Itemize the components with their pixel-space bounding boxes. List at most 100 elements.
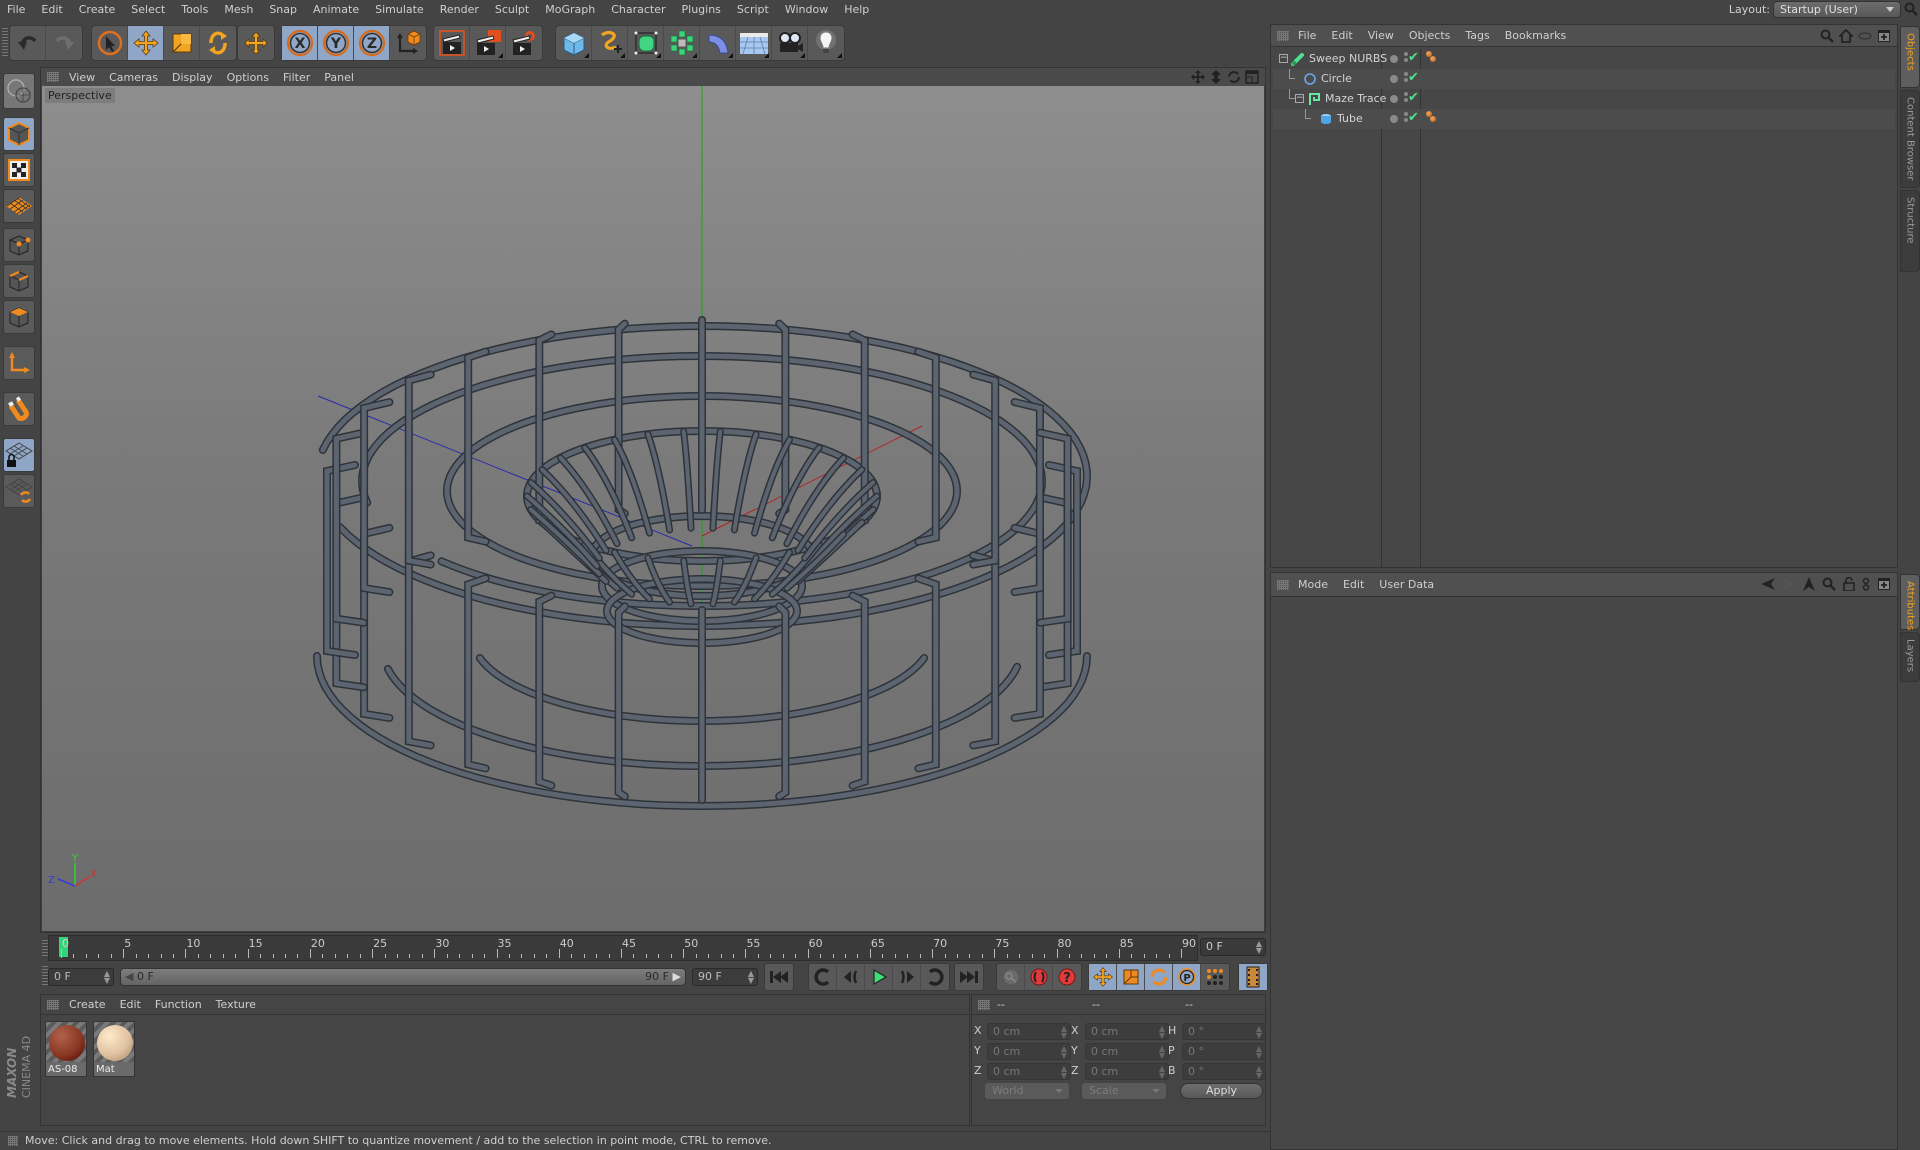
timeline-ruler[interactable]: 0 5 10 15 20 25 30 35 40 45 50 55 60 65 70 75 80 85 90	[48, 935, 1198, 961]
layer-dot-icon[interactable]	[1390, 75, 1398, 83]
object-name[interactable]: Sweep NURBS	[1309, 49, 1387, 69]
collapse-toggle-icon[interactable]: −	[1295, 94, 1304, 103]
spinner-icon[interactable]: ▲ ▼	[1256, 940, 1262, 955]
play-button[interactable]	[865, 964, 893, 990]
edges-mode-button[interactable]	[3, 264, 35, 298]
attribute-menu-edit[interactable]: Edit	[1336, 578, 1372, 591]
size-mode-dropdown[interactable]: Scale	[1082, 1083, 1166, 1099]
object-name[interactable]: Circle	[1321, 69, 1352, 89]
menu-tools[interactable]: Tools	[174, 0, 217, 20]
scale-button[interactable]	[164, 26, 200, 60]
rotation-track-button[interactable]	[1145, 964, 1173, 990]
layout-dropdown[interactable]: Startup (User)	[1773, 1, 1901, 18]
parameter-track-button[interactable]: P	[1173, 964, 1201, 990]
goto-end-button[interactable]	[955, 964, 983, 990]
frame-range-slider[interactable]: ◀ 0 F 90 F ▶	[120, 968, 686, 986]
attribute-menu-user-data[interactable]: User Data	[1372, 578, 1442, 591]
subdivision-surface-button[interactable]	[628, 26, 664, 60]
object-row[interactable]: − Maze Trace ✔	[1273, 89, 1895, 109]
side-tab-layers[interactable]: Layers	[1900, 632, 1920, 682]
spinner-icon[interactable]: ▲ ▼	[1159, 1065, 1165, 1080]
object-name[interactable]: Tube	[1337, 109, 1363, 129]
start-frame-field[interactable]: 0 F ▲ ▼	[48, 968, 114, 986]
layer-dot-icon[interactable]	[1390, 55, 1398, 63]
autokeying-button[interactable]	[1025, 964, 1053, 990]
layer-dot-icon[interactable]	[1390, 95, 1398, 103]
undo-button[interactable]	[10, 26, 46, 60]
coordinate-mode-dropdown[interactable]: World	[985, 1083, 1069, 1099]
polygons-mode-button[interactable]	[3, 300, 35, 334]
locked-workplane-button[interactable]	[3, 438, 35, 472]
spinner-icon[interactable]: ▲ ▼	[1061, 1065, 1067, 1080]
coord-value-field[interactable]: 0 cm ▲ ▼	[987, 1043, 1071, 1060]
points-mode-button[interactable]	[3, 228, 35, 262]
panel-grip-icon[interactable]	[47, 72, 59, 82]
spinner-icon[interactable]: ▲ ▼	[1256, 1065, 1262, 1080]
move-button[interactable]	[128, 26, 164, 60]
snapping-button[interactable]	[3, 392, 35, 426]
folding-icon[interactable]	[1858, 29, 1872, 43]
side-tab-content-browser[interactable]: Content Browser	[1900, 90, 1920, 188]
object-menu-edit[interactable]: Edit	[1324, 29, 1360, 42]
lock-icon[interactable]	[1843, 577, 1855, 591]
redo-button[interactable]	[46, 26, 82, 60]
coord-value-field[interactable]: 0 cm ▲ ▼	[1085, 1023, 1169, 1040]
side-tab-structure[interactable]: Structure	[1900, 190, 1920, 272]
z-axis-lock-button[interactable]: Z	[354, 26, 390, 60]
object-row[interactable]: Circle ✔	[1273, 69, 1895, 89]
apply-button[interactable]: Apply	[1180, 1083, 1263, 1099]
goto-start-button[interactable]	[765, 964, 793, 990]
recent-tool-button[interactable]	[238, 26, 274, 60]
range-right-arrow-icon[interactable]: ▶	[673, 969, 681, 985]
spline-pen-button[interactable]	[592, 26, 628, 60]
x-axis-lock-button[interactable]: X	[282, 26, 318, 60]
side-tab-attributes[interactable]: Attributes	[1900, 574, 1920, 630]
menu-help[interactable]: Help	[837, 0, 878, 20]
viewport-menu-filter[interactable]: Filter	[277, 71, 318, 84]
enabled-check-icon[interactable]: ✔	[1408, 50, 1419, 65]
range-left-arrow-icon[interactable]: ◀	[125, 969, 133, 985]
object-name[interactable]: Maze Trace	[1325, 89, 1386, 109]
search-icon[interactable]	[1904, 2, 1918, 16]
texture-mode-button[interactable]	[3, 153, 35, 187]
zoom-view-icon[interactable]	[1209, 70, 1223, 84]
goto-next-key-button[interactable]	[921, 964, 949, 990]
current-frame-field[interactable]: 0 F ▲ ▼	[1200, 938, 1266, 956]
menu-file[interactable]: File	[0, 0, 34, 20]
object-menu-file[interactable]: File	[1291, 29, 1324, 42]
material-menu-texture[interactable]: Texture	[210, 998, 264, 1011]
enabled-check-icon[interactable]: ✔	[1408, 110, 1419, 125]
live-selection-button[interactable]	[92, 26, 128, 60]
model-mode-button[interactable]	[3, 117, 35, 151]
coord-value-field[interactable]: 0 cm ▲ ▼	[987, 1063, 1071, 1080]
coord-value-field[interactable]: 0 cm ▲ ▼	[987, 1023, 1071, 1040]
spinner-icon[interactable]: ▲ ▼	[1256, 1045, 1262, 1060]
make-editable-button[interactable]	[3, 73, 35, 109]
rotate-view-icon[interactable]	[1227, 70, 1241, 84]
panel-grip-icon[interactable]	[47, 999, 59, 1010]
goto-previous-key-button[interactable]	[809, 964, 837, 990]
render-to-picture-viewer-button[interactable]	[470, 26, 506, 60]
rotate-button[interactable]	[200, 26, 236, 60]
light-button[interactable]	[808, 26, 844, 60]
object-menu-view[interactable]: View	[1361, 29, 1402, 42]
workplane-mode-button[interactable]	[3, 189, 35, 223]
render-view-button[interactable]	[434, 26, 470, 60]
panel-grip-icon[interactable]	[1277, 30, 1289, 41]
menu-plugins[interactable]: Plugins	[675, 0, 730, 20]
toolbar-grip[interactable]	[2, 28, 8, 58]
viewport-menu-options[interactable]: Options	[221, 71, 277, 84]
coord-value-field[interactable]: 0 cm ▲ ▼	[1085, 1063, 1169, 1080]
menu-snap[interactable]: Snap	[262, 0, 306, 20]
toggle-view-layout-icon[interactable]	[1245, 70, 1259, 84]
spinner-icon[interactable]: ▲ ▼	[748, 970, 754, 985]
menu-mograph[interactable]: MoGraph	[538, 0, 604, 20]
y-axis-lock-button[interactable]: Y	[318, 26, 354, 60]
enabled-check-icon[interactable]: ✔	[1408, 90, 1419, 105]
collapse-toggle-icon[interactable]: −	[1279, 54, 1288, 63]
material-swatch[interactable]: AS-08	[45, 1021, 87, 1077]
spinner-icon[interactable]: ▲ ▼	[104, 970, 110, 985]
maze-sweep-object[interactable]	[313, 316, 1091, 811]
panel-grip-icon[interactable]	[978, 1000, 990, 1010]
search-icon[interactable]	[1820, 29, 1834, 43]
